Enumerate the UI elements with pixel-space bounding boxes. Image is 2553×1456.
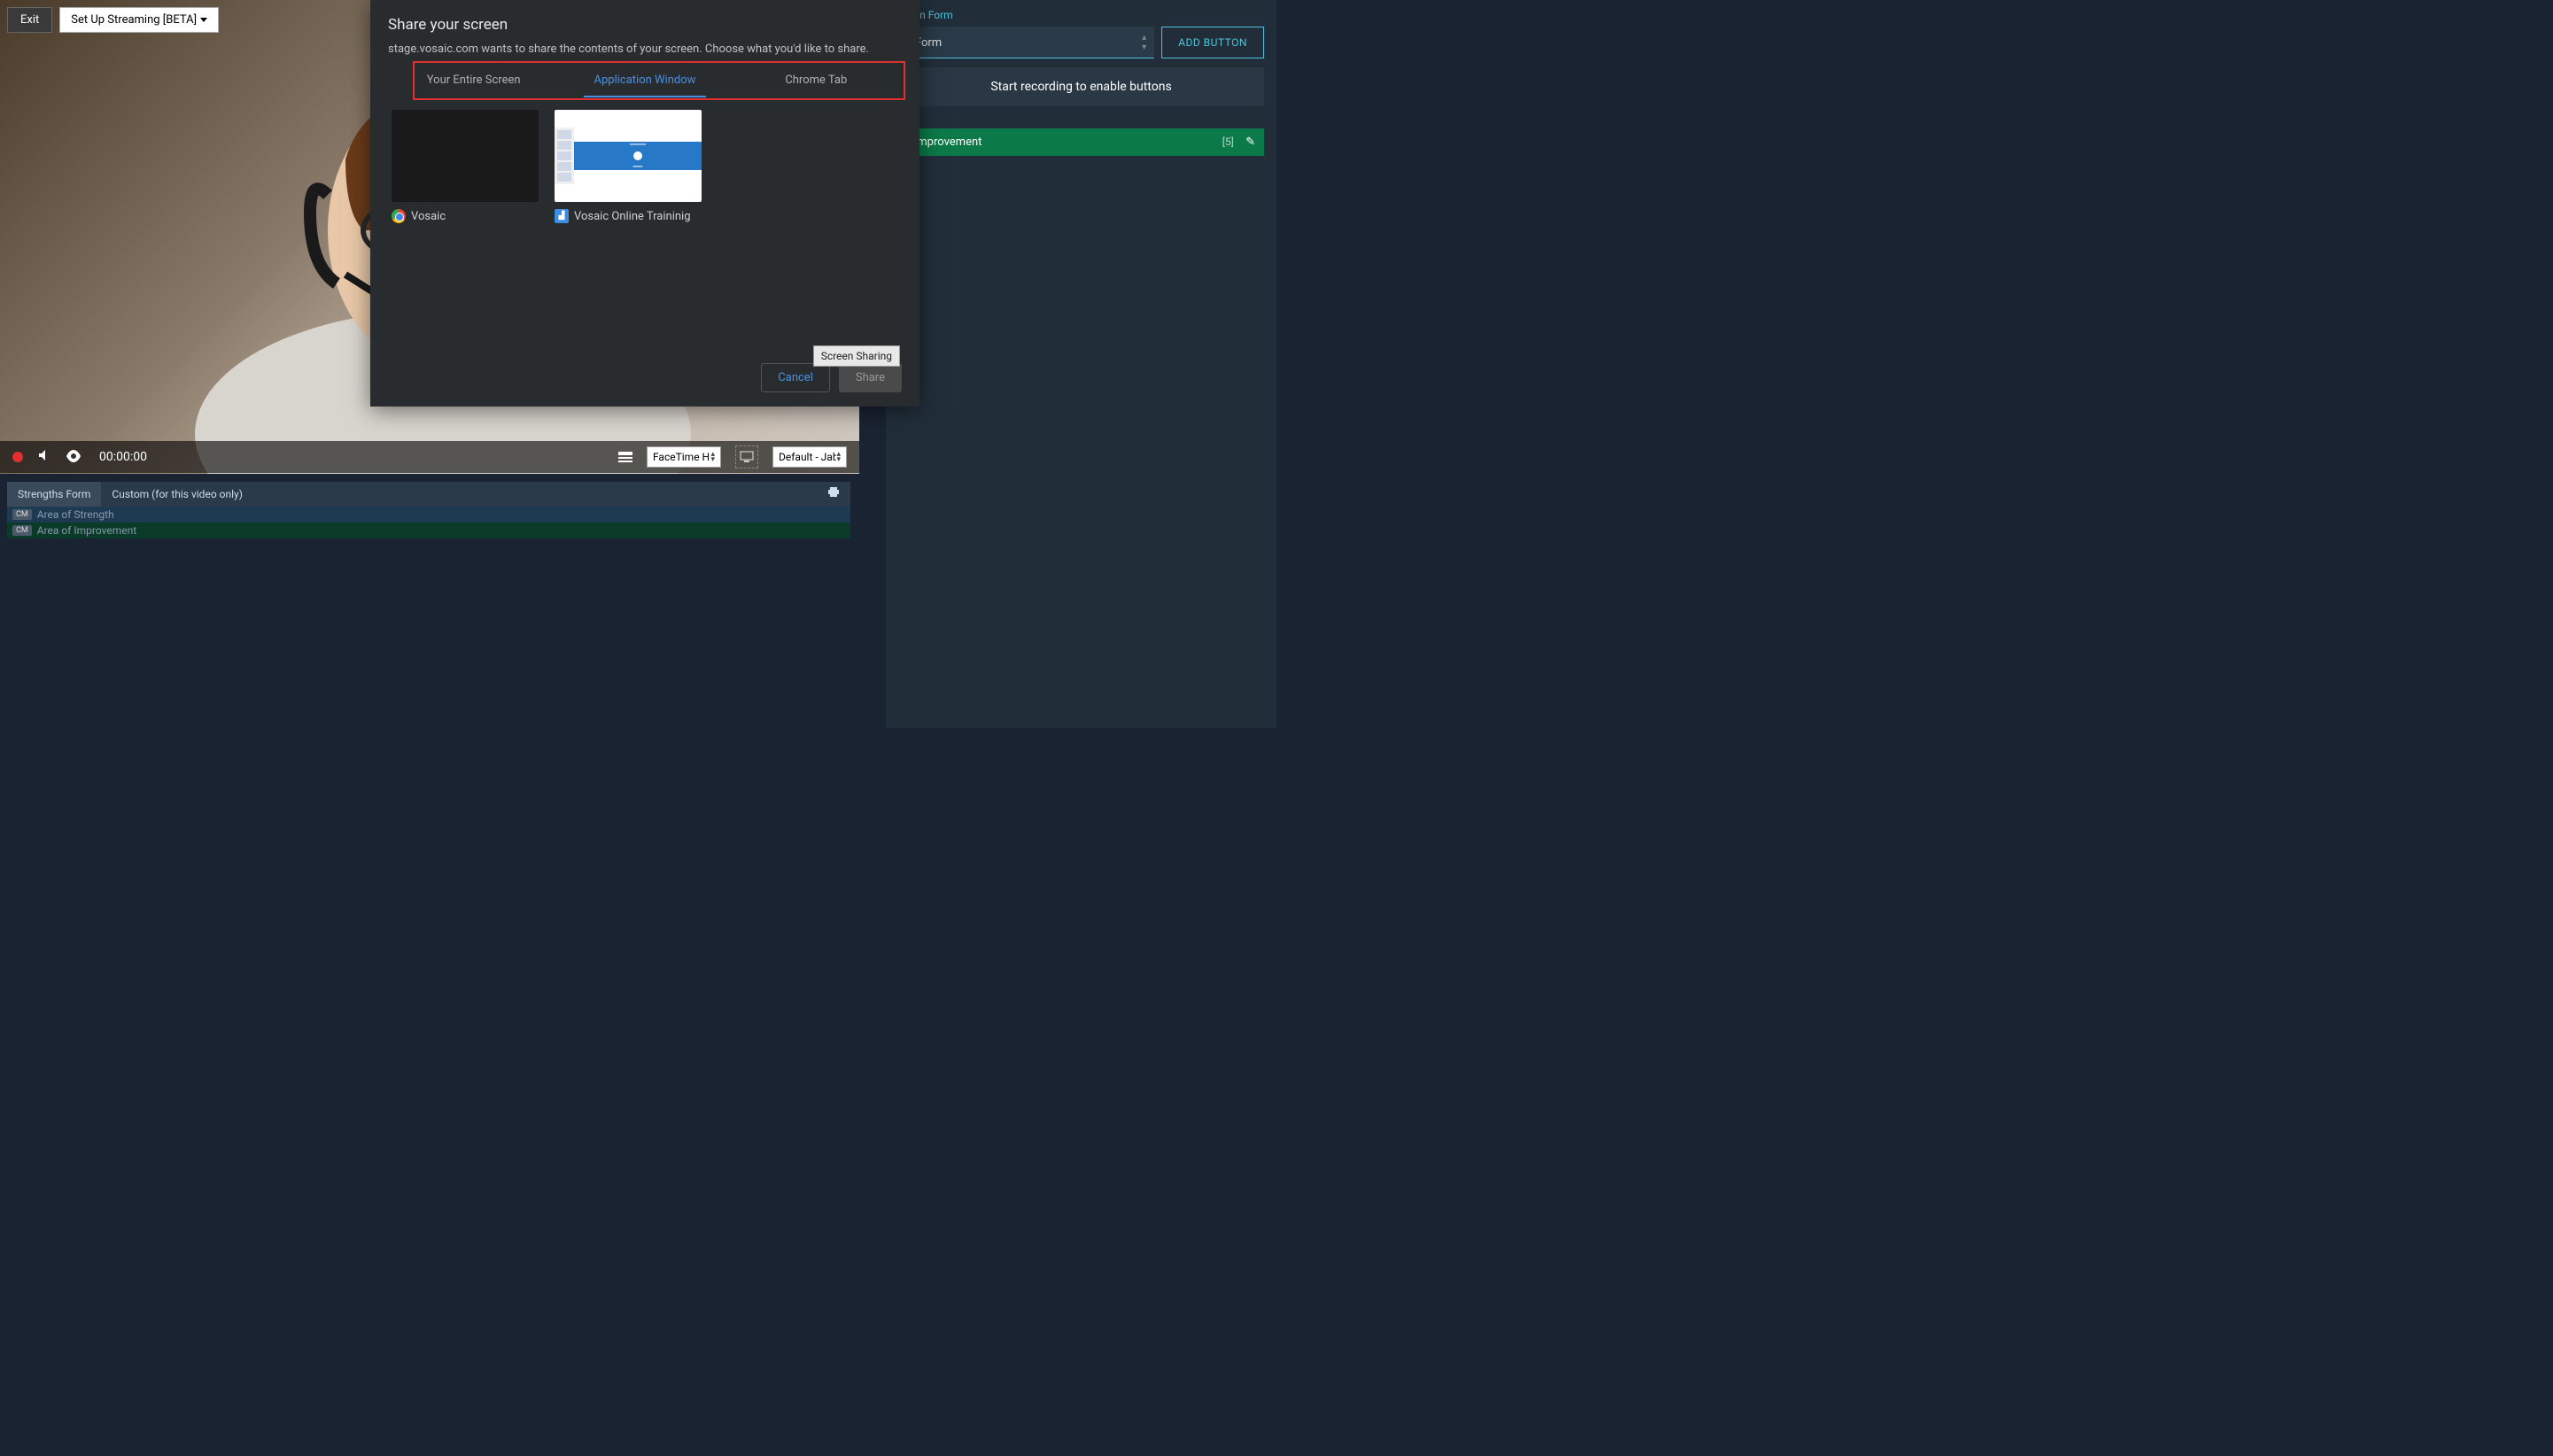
timeline-row[interactable]: CM Area of Strength bbox=[7, 507, 850, 523]
timeline-row-label: Area of Strength bbox=[37, 508, 114, 521]
setup-streaming-label: Set Up Streaming [BETA] bbox=[71, 13, 197, 27]
share-screen-dialog: Share your screen stage.vosaic.com wants… bbox=[370, 0, 920, 407]
setup-streaming-button[interactable]: Set Up Streaming [BETA] bbox=[59, 7, 219, 33]
camera-select[interactable]: FaceTime HD ▴▾ bbox=[647, 446, 721, 468]
timeline-badge: CM bbox=[12, 509, 32, 520]
form-select[interactable]: s Form ▴▾ bbox=[898, 27, 1154, 58]
audio-select[interactable]: Default - Jabi ▴▾ bbox=[772, 446, 847, 468]
timeline-badge: CM bbox=[12, 525, 32, 536]
visibility-icon[interactable] bbox=[66, 449, 81, 466]
cancel-button[interactable]: Cancel bbox=[761, 363, 830, 392]
print-icon[interactable] bbox=[817, 487, 850, 501]
timeline-row-label: Area of Improvement bbox=[37, 524, 136, 537]
dialog-subtitle: stage.vosaic.com wants to share the cont… bbox=[388, 43, 902, 56]
record-button[interactable] bbox=[12, 452, 23, 462]
time-display: 00:00:00 bbox=[99, 450, 147, 464]
updown-icon: ▴▾ bbox=[710, 452, 715, 462]
screen-sharing-badge: Screen Sharing bbox=[813, 345, 900, 367]
tab-strengths-form[interactable]: Strengths Form bbox=[7, 482, 101, 507]
dialog-title: Share your screen bbox=[388, 16, 902, 34]
audio-select-value: Default - Jabi bbox=[779, 451, 836, 463]
timeline-tabs: Strengths Form Custom (for this video on… bbox=[7, 482, 850, 507]
tab-entire-screen[interactable]: Your Entire Screen bbox=[388, 65, 559, 96]
video-controls-bar: 00:00:00 FaceTime HD ▴▾ Default - Jabi ▴… bbox=[0, 441, 859, 473]
sidebar: lutton Form s Form ▴▾ ADD BUTTON Start r… bbox=[886, 0, 1276, 728]
pencil-icon[interactable]: ✎ bbox=[1245, 136, 1255, 149]
dialog-tabs: Your Entire Screen Application Window Ch… bbox=[388, 65, 902, 96]
recording-hint: Start recording to enable buttons bbox=[898, 67, 1264, 106]
window-label: Vosaic Online Traininig bbox=[574, 210, 691, 223]
tab-chrome-tab[interactable]: Chrome Tab bbox=[731, 65, 902, 96]
window-thumbnail bbox=[392, 110, 539, 202]
volume-icon[interactable] bbox=[37, 448, 51, 466]
sidebar-tags-label: gs bbox=[898, 110, 1264, 127]
keynote-icon: ▟ bbox=[555, 209, 569, 223]
screen-share-toggle[interactable] bbox=[735, 445, 758, 469]
window-option-keynote[interactable]: ━━━━━━━━ ▟ Vosaic Online Traininig bbox=[555, 110, 702, 315]
timeline-panel: Strengths Form Custom (for this video on… bbox=[7, 482, 850, 538]
window-grid: Vosaic ━━━━━━━━ ▟ Vosaic Online Trainini… bbox=[388, 106, 902, 319]
camera-select-value: FaceTime HD bbox=[653, 451, 710, 463]
sidebar-improvement-item[interactable]: f Improvement [5] ✎ bbox=[898, 128, 1264, 156]
tab-custom[interactable]: Custom (for this video only) bbox=[101, 482, 253, 507]
add-button[interactable]: ADD BUTTON bbox=[1161, 27, 1264, 58]
window-label: Vosaic bbox=[411, 210, 446, 223]
tab-application-window[interactable]: Application Window bbox=[559, 65, 730, 96]
sidebar-tags-label: gs bbox=[898, 158, 1264, 174]
updown-icon: ▴▾ bbox=[1142, 33, 1146, 52]
window-thumbnail: ━━━━━━━━ bbox=[555, 110, 702, 202]
layers-icon[interactable] bbox=[618, 452, 632, 462]
exit-button[interactable]: Exit bbox=[7, 7, 52, 33]
timeline-row[interactable]: CM Area of Improvement bbox=[7, 523, 850, 538]
share-button[interactable]: Share bbox=[839, 363, 902, 392]
sidebar-item-count: [5] bbox=[1222, 136, 1234, 148]
window-option-vosaic[interactable]: Vosaic bbox=[392, 110, 539, 315]
updown-icon: ▴▾ bbox=[836, 452, 841, 462]
caret-down-icon bbox=[200, 18, 207, 22]
chrome-icon bbox=[392, 209, 406, 223]
